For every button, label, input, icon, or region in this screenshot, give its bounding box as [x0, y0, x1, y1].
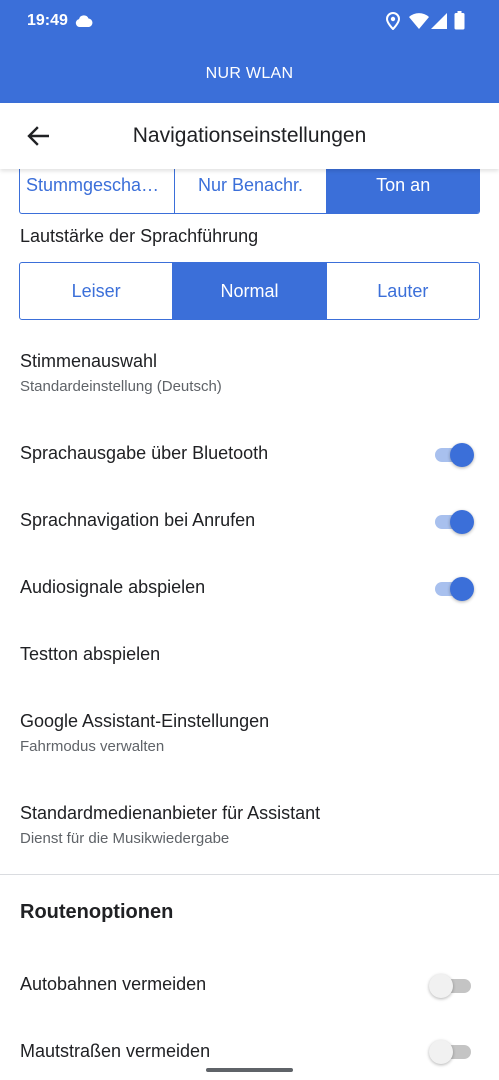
- calls-voice-toggle[interactable]: [433, 510, 475, 534]
- status-time: 19:49: [27, 12, 68, 29]
- toggle-knob: [450, 443, 474, 467]
- assistant-settings-subtitle: Fahrmodus verwalten: [20, 738, 165, 755]
- test-sound-item[interactable]: Testton abspielen: [20, 644, 480, 665]
- route-options-heading: Routenoptionen: [20, 901, 174, 923]
- bluetooth-voice-item[interactable]: Sprachausgabe über Bluetooth: [20, 443, 480, 464]
- cloud-icon: [75, 14, 93, 32]
- avoid-highways-toggle[interactable]: [429, 974, 475, 998]
- assistant-settings-title: Google Assistant-Einstellungen: [20, 711, 270, 731]
- section-divider: [0, 874, 499, 875]
- volume-selector: Leiser Normal Lauter: [19, 262, 480, 320]
- status-bar: 19:49: [0, 0, 499, 44]
- audio-cues-toggle[interactable]: [433, 577, 475, 601]
- avoid-highways-title: Autobahnen vermeiden: [20, 974, 207, 994]
- bluetooth-voice-toggle[interactable]: [433, 443, 475, 467]
- location-icon: [385, 11, 401, 35]
- toggle-knob: [450, 510, 474, 534]
- battery-icon: [454, 11, 465, 35]
- volume-label: Lautstärke der Sprachführung: [20, 226, 259, 246]
- media-provider-subtitle: Dienst für die Musikwiedergabe: [20, 830, 230, 847]
- toggle-knob: [450, 577, 474, 601]
- voice-selection-item[interactable]: Stimmenauswahl Standardeinstellung (Deut…: [20, 351, 480, 395]
- voice-selection-title: Stimmenauswahl: [20, 351, 158, 371]
- assistant-settings-item[interactable]: Google Assistant-Einstellungen Fahrmodus…: [20, 711, 480, 755]
- calls-voice-item[interactable]: Sprachnavigation bei Anrufen: [20, 510, 480, 531]
- voice-selection-subtitle: Standardeinstellung (Deutsch): [20, 378, 222, 395]
- signal-icon: [431, 13, 447, 34]
- calls-voice-title: Sprachnavigation bei Anrufen: [20, 510, 256, 530]
- wifi-icon: [409, 13, 429, 34]
- audio-cues-item[interactable]: Audiosignale abspielen: [20, 577, 480, 598]
- avoid-tolls-title: Mautstraßen vermeiden: [20, 1041, 211, 1061]
- app-bar: Navigationseinstellungen: [0, 103, 499, 169]
- audio-cues-title: Audiosignale abspielen: [20, 577, 206, 597]
- media-provider-item[interactable]: Standardmedienanbieter für Assistant Die…: [20, 803, 480, 847]
- avoid-tolls-item[interactable]: Mautstraßen vermeiden: [20, 1041, 480, 1062]
- home-indicator[interactable]: [206, 1068, 293, 1072]
- avoid-highways-item[interactable]: Autobahnen vermeiden: [20, 974, 480, 995]
- toggle-knob: [429, 974, 453, 998]
- media-provider-title: Standardmedienanbieter für Assistant: [20, 803, 321, 823]
- page-title: Navigationseinstellungen: [132, 124, 367, 147]
- volume-normal[interactable]: Normal: [173, 263, 327, 319]
- toggle-knob: [429, 1040, 453, 1064]
- wifi-only-banner: NUR WLAN: [0, 44, 499, 103]
- volume-quieter[interactable]: Leiser: [20, 263, 174, 319]
- test-sound-title: Testton abspielen: [20, 644, 161, 664]
- volume-louder[interactable]: Lauter: [327, 263, 479, 319]
- avoid-tolls-toggle[interactable]: [429, 1040, 475, 1064]
- bluetooth-voice-title: Sprachausgabe über Bluetooth: [20, 443, 269, 463]
